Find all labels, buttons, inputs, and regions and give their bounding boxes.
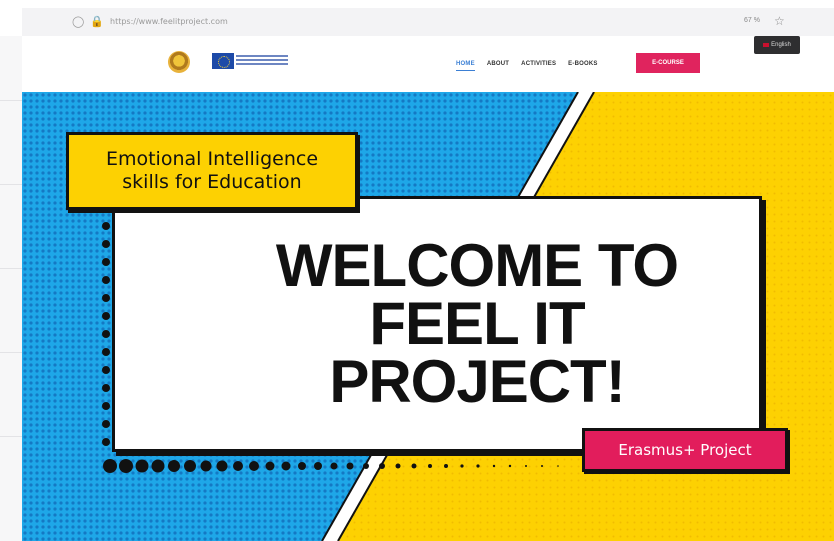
eu-cofunded-text-logo <box>236 53 288 69</box>
shield-icon[interactable]: ◯ <box>72 16 84 28</box>
menu-home[interactable]: HOME <box>456 61 475 71</box>
browser-toolbar: ◯ 🔒 https://www.feelitproject.com 67 % ☆ <box>22 8 834 36</box>
tagline-line-2: skills for Education <box>122 171 302 193</box>
lock-icon[interactable]: 🔒 <box>90 16 104 28</box>
partner-crest-logo[interactable] <box>168 51 190 73</box>
menu-about[interactable]: ABOUT <box>487 61 509 71</box>
main-menu: HOME ABOUT ACTIVITIES E-BOOKS <box>456 61 598 71</box>
zoom-level[interactable]: 67 % <box>744 17 760 24</box>
erasmus-badge: Erasmus+ Project <box>582 428 788 472</box>
e-course-button[interactable]: E-COURSE <box>636 53 700 73</box>
bookmark-star-icon[interactable]: ☆ <box>774 14 785 28</box>
menu-activities[interactable]: ACTIVITIES <box>521 61 556 71</box>
tagline-line-1: Emotional Intelligence <box>105 148 319 170</box>
hero-banner: WELCOME TO FEEL IT PROJECT! Emotional In… <box>22 92 834 541</box>
language-label: English <box>771 42 791 48</box>
welcome-line-2: FEEL IT <box>369 290 585 357</box>
page-left-edge <box>0 36 22 541</box>
welcome-line-3: PROJECT! <box>329 348 625 415</box>
menu-ebooks[interactable]: E-BOOKS <box>568 61 597 71</box>
erasmus-label: Erasmus+ Project <box>618 441 752 459</box>
eu-flag-logo[interactable] <box>212 53 234 69</box>
flag-icon <box>763 43 770 47</box>
welcome-line-1: WELCOME TO <box>275 232 679 299</box>
tagline-box: Emotional Intelligence skills for Educat… <box>66 132 358 210</box>
welcome-panel: WELCOME TO FEEL IT PROJECT! <box>112 196 762 452</box>
language-switcher[interactable]: English <box>754 36 800 54</box>
address-bar[interactable]: https://www.feelitproject.com <box>110 17 228 26</box>
site-header: HOME ABOUT ACTIVITIES E-BOOKS E-COURSE E… <box>22 36 834 92</box>
